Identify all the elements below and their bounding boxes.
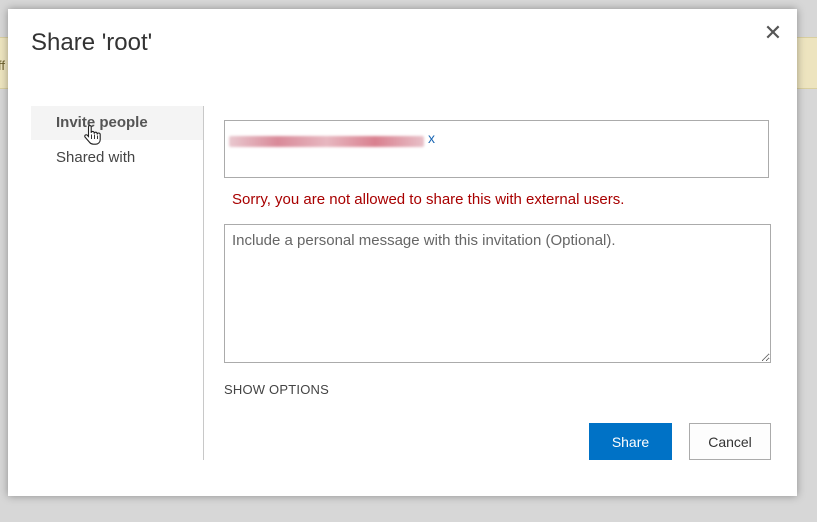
cancel-button[interactable]: Cancel: [689, 423, 771, 460]
remove-recipient-button[interactable]: x: [428, 130, 435, 146]
share-button[interactable]: Share: [589, 423, 672, 460]
nav-item-shared-with[interactable]: Shared with: [31, 141, 203, 175]
hand-pointer-icon: [84, 124, 101, 145]
redacted-recipient: [229, 136, 424, 147]
error-message: Sorry, you are not allowed to share this…: [232, 191, 625, 208]
people-picker-input[interactable]: x: [224, 120, 769, 178]
nav-item-invite-people[interactable]: Invite people: [31, 106, 203, 140]
share-nav: Invite people Shared with: [31, 106, 204, 460]
background-banner-text: ff: [0, 58, 5, 73]
close-icon[interactable]: ✕: [761, 22, 785, 46]
show-options-link[interactable]: SHOW OPTIONS: [224, 382, 329, 397]
dialog-title: Share 'root': [31, 29, 153, 56]
personal-message-field[interactable]: [224, 224, 771, 363]
share-dialog: Share 'root' ✕ Invite people Shared with…: [8, 9, 797, 496]
nav-item-label: Shared with: [56, 149, 136, 166]
